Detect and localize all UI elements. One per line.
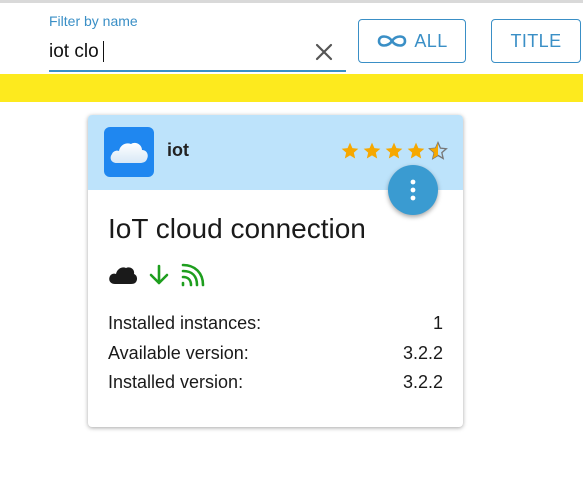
more-vertical-icon [410, 179, 416, 201]
highlight-bar [0, 74, 583, 102]
info-row-installed-instances: Installed instances: 1 [108, 313, 443, 334]
rating-stars [340, 141, 448, 161]
info-row-available-version: Available version: 3.2.2 [108, 343, 443, 364]
signal-icon [181, 263, 205, 287]
info-label: Available version: [108, 343, 249, 363]
cloud-icon [109, 267, 138, 284]
arrow-down-icon [149, 264, 169, 285]
title-button[interactable]: TITLE [491, 19, 581, 63]
all-button-label: ALL [414, 30, 448, 51]
star-icon [407, 142, 425, 159]
star-icon [341, 142, 359, 159]
text-caret [103, 41, 104, 62]
status-icons [108, 263, 208, 287]
star-icon [363, 142, 381, 159]
cloud-logo-icon [110, 142, 148, 163]
top-divider [0, 0, 583, 3]
filter-underline [49, 70, 346, 72]
info-value: 3.2.2 [402, 343, 443, 363]
info-row-installed-version: Installed version: 3.2.2 [108, 372, 443, 393]
title-button-label: TITLE [510, 30, 562, 51]
adapter-card: iot IoT cloud connection Installed insta… [88, 115, 463, 427]
card-menu-button[interactable] [388, 165, 438, 215]
app-name: iot [167, 140, 189, 160]
info-value: 1 [432, 313, 443, 333]
info-value: 3.2.2 [402, 372, 443, 392]
filter-field[interactable]: Filter by name [49, 10, 346, 72]
info-label: Installed version: [108, 372, 244, 392]
app-logo [104, 127, 154, 177]
filter-label: Filter by name [49, 13, 138, 29]
star-icon [385, 142, 403, 159]
info-label: Installed instances: [108, 313, 262, 333]
close-icon[interactable] [312, 40, 336, 64]
infinity-icon [376, 33, 408, 49]
star-half-icon [428, 141, 448, 160]
card-title: IoT cloud connection [108, 213, 366, 244]
all-button[interactable]: ALL [358, 19, 466, 63]
filter-input[interactable] [49, 36, 311, 68]
